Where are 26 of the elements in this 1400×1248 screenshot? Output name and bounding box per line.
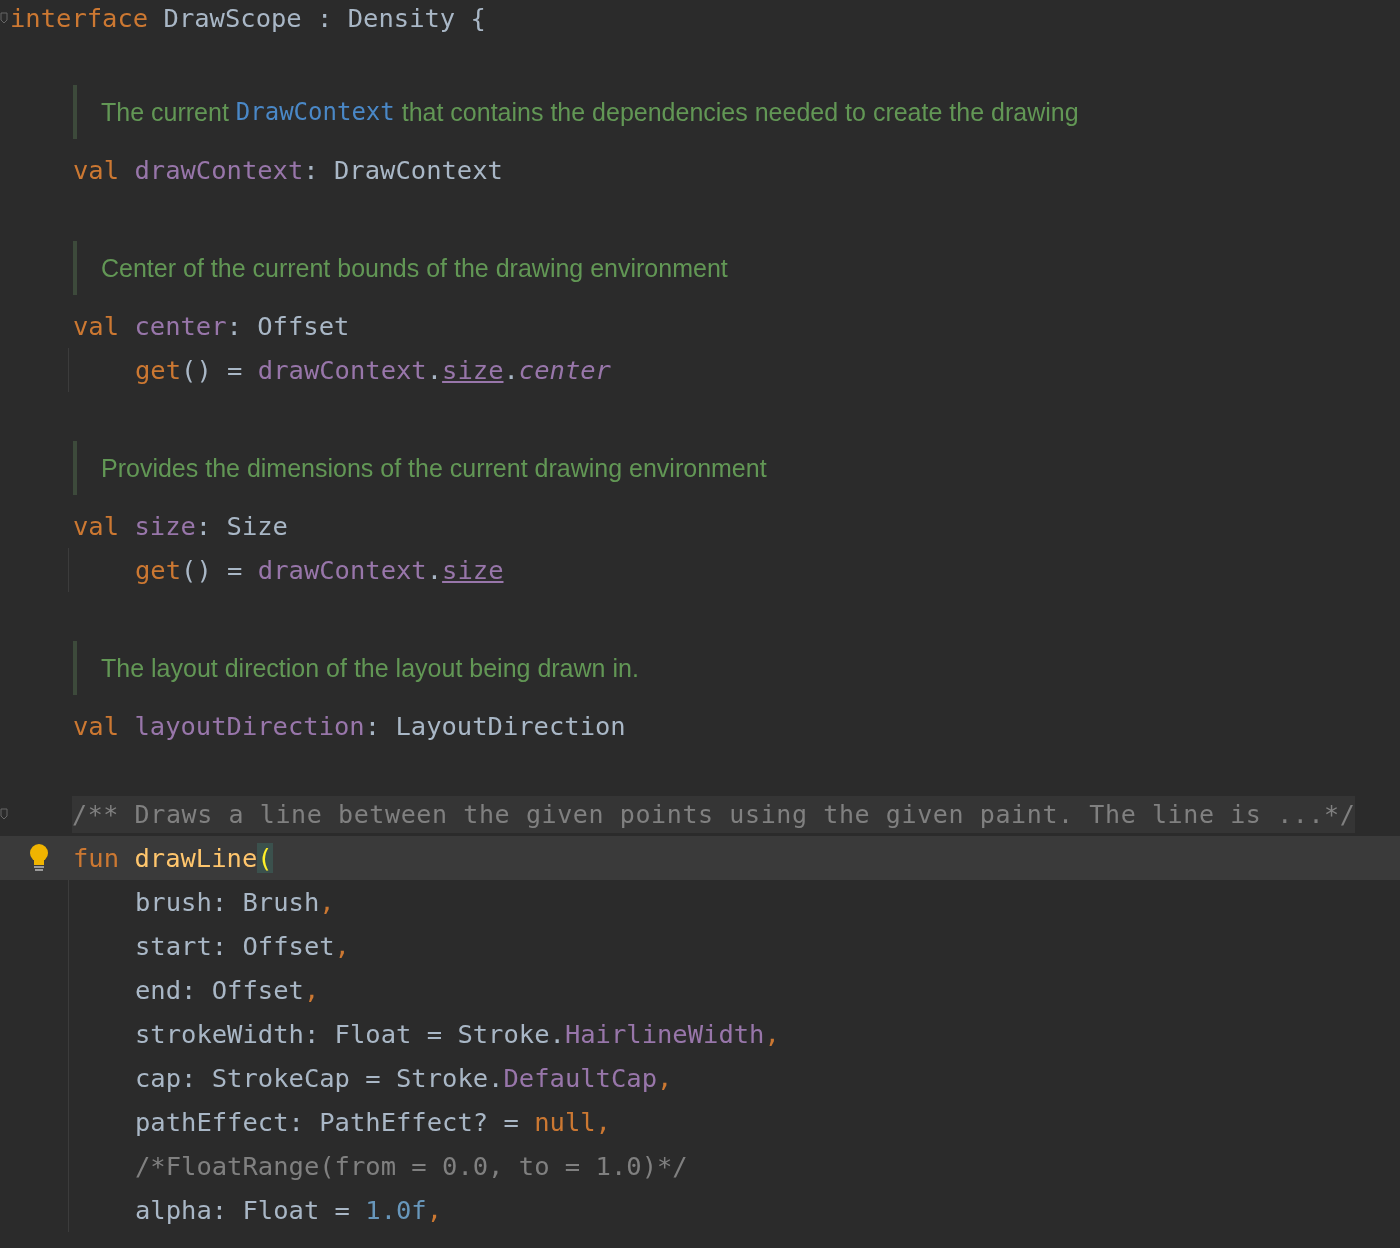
fold-marker-icon[interactable]: [0, 12, 8, 24]
code-line: interface DrawScope : Density {: [10, 3, 486, 33]
doc-text: The current: [101, 97, 230, 127]
lightbulb-icon[interactable]: [27, 843, 50, 873]
code-line: val layoutDirection: LayoutDirection: [73, 711, 626, 741]
code-line: brush: Brush,: [135, 887, 335, 917]
doc-text: Center of the current bounds of the drawing environment: [101, 253, 728, 283]
doc-text: that contains the dependencies needed to create the drawing: [400, 97, 1079, 127]
code-line: /*FloatRange(from = 0.0, to = 1.0)*/: [135, 1151, 688, 1181]
code-line: start: Offset,: [135, 931, 350, 961]
folded-comment[interactable]: /** Draws a line between the given points using the given paint. The line is ...*/: [72, 795, 1356, 833]
code-line: end: Offset,: [135, 975, 320, 1005]
code-line: pathEffect: PathEffect? = null,: [135, 1107, 611, 1137]
doc-link[interactable]: DrawContext: [235, 98, 395, 126]
doc-text: Provides the dimensions of the current drawing environment: [101, 453, 767, 483]
code-line: val center: Offset: [73, 311, 350, 341]
code-line: alpha: Float = 1.0f,: [135, 1195, 443, 1225]
code-line: get() = drawContext.size.center: [135, 355, 611, 385]
doc-text: The layout direction of the layout being drawn in.: [101, 653, 639, 683]
code-line: get() = drawContext.size: [135, 555, 504, 585]
code-line: strokeWidth: Float = Stroke.HairlineWidth,: [135, 1019, 780, 1049]
fold-marker-icon[interactable]: [0, 808, 8, 820]
code-line: fun drawLine(: [73, 843, 273, 873]
code-line: cap: StrokeCap = Stroke.DefaultCap,: [135, 1063, 673, 1093]
code-line: val size: Size: [73, 511, 288, 541]
code-line: val drawContext: DrawContext: [73, 155, 503, 185]
